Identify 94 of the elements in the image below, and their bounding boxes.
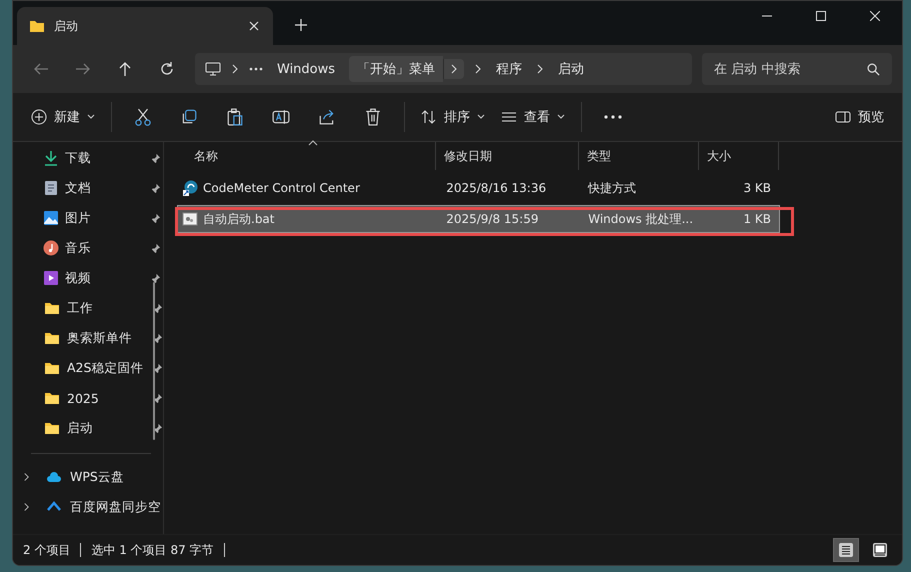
sidebar-label: 百度网盘同步空 [70,498,161,516]
sort-caret-icon [308,140,318,146]
sidebar-item[interactable]: 文档 [13,173,163,203]
sidebar-label: 奥索斯单件 [67,330,133,346]
chevron-icon [450,64,458,74]
monitor-icon [205,61,221,77]
breadcrumb[interactable]: 程序 [492,56,526,82]
new-button[interactable]: 新建 [23,102,103,132]
preview-pane-icon [835,109,851,125]
sidebar-label: 图片 [65,210,92,226]
breadcrumb[interactable]: 「开始」菜单 [349,56,444,82]
file-name: CodeMeter Control Center [203,181,360,195]
address-bar[interactable]: Windows 「开始」菜单 程序 启动 [195,53,692,85]
table-cell-text: 3 KB [742,181,772,195]
selection-info: 选中 1 个项目 87 字节 [91,542,214,558]
search-icon [867,63,880,76]
chevron-icon[interactable] [23,502,30,512]
sidebar-label: 音乐 [65,240,92,256]
download-icon [43,150,59,166]
column-header[interactable]: 大小 [699,142,779,170]
breadcrumb[interactable]: 启动 [554,56,588,82]
paste-icon[interactable] [226,108,244,126]
back-arrow-icon[interactable] [33,61,49,77]
column-header[interactable]: 类型 [579,142,699,170]
sidebar-label: WPS云盘 [70,468,124,486]
window-tab[interactable]: 启动 [17,7,273,45]
folder-icon [43,330,61,346]
sidebar-label: 视频 [65,270,92,286]
video-icon [43,270,59,286]
sidebar-label: 工作 [67,300,94,316]
close-icon[interactable] [249,21,259,31]
caret-icon [477,114,485,120]
maximize-icon[interactable] [816,11,826,21]
sidebar-item[interactable]: 音乐 [13,233,163,263]
sidebar-label: 下载 [65,150,92,166]
forward-arrow-icon[interactable] [75,61,91,77]
scrollbar[interactable] [153,282,155,440]
cut-icon[interactable] [134,108,152,126]
breadcrumb[interactable]: Windows [273,58,340,80]
music-note-icon [43,240,59,256]
new-tab-icon[interactable] [295,19,307,31]
copy-icon[interactable] [180,108,198,126]
column-header[interactable]: 修改日期 [436,142,579,170]
rename-icon[interactable] [272,108,290,126]
plus-icon [31,109,47,125]
details-view-button[interactable] [834,539,858,561]
table-cell-text: 1 KB [742,212,772,226]
sidebar-item[interactable]: 百度网盘同步空 [13,492,163,522]
window-title: 启动 [54,18,79,34]
sidebar-item[interactable]: WPS云盘 [13,462,163,492]
app-shortcut-icon [182,180,198,196]
cloud-icon [46,471,62,483]
sidebar-label: 文档 [65,180,92,196]
file-row[interactable]: CodeMeter Control Center 2025/8/16 13:36 快捷方式 3 KB [178,175,779,201]
file-name: 自动启动.bat [203,210,274,228]
preview-button[interactable]: 预览 [827,102,892,132]
table-cell-text: 2025/9/8 15:59 [445,212,540,226]
folder-icon [43,360,61,376]
caret-icon [87,114,95,120]
sidebar-label: A2S稳定固件 [67,360,144,376]
view-button[interactable]: 查看 [493,102,573,132]
table-cell-text: 快捷方式 [586,180,638,196]
batch-file-icon [182,211,198,227]
picture-icon [43,210,59,226]
sidebar-item[interactable]: 视频 [13,263,163,293]
chevron-icon[interactable] [536,64,544,74]
sidebar-item[interactable]: 图片 [13,203,163,233]
sidebar-label: 2025 [67,390,100,406]
sidebar-label: 启动 [67,420,94,436]
sort-button[interactable]: 排序 [413,102,493,132]
caret-icon [557,114,565,120]
delete-icon[interactable] [364,108,382,126]
table-cell-text: Windows 批处理... [587,210,694,228]
close-icon[interactable] [870,11,880,21]
column-header[interactable]: 名称 [174,142,436,170]
up-arrow-icon[interactable] [117,61,133,77]
folder-icon [43,390,61,406]
refresh-icon[interactable] [159,61,175,77]
chevron-icon[interactable] [231,64,239,74]
folder-icon [43,300,61,316]
folder-icon [43,420,61,436]
chevron-button[interactable] [443,59,464,79]
more-icon[interactable] [249,67,263,71]
item-count: 2 个项目 [23,542,70,558]
more-icon[interactable] [604,115,622,119]
chevron-icon[interactable] [474,64,482,74]
sort-arrows-icon [421,109,437,125]
share-icon[interactable] [318,108,336,126]
search-field[interactable]: 在 启动 中搜索 [702,53,892,85]
chevron-icon[interactable] [23,472,30,482]
sidebar-item[interactable]: 下载 [13,143,163,173]
document-icon [43,180,59,196]
table-cell-text: 2025/8/16 13:36 [445,181,548,195]
folder-icon [29,18,45,34]
